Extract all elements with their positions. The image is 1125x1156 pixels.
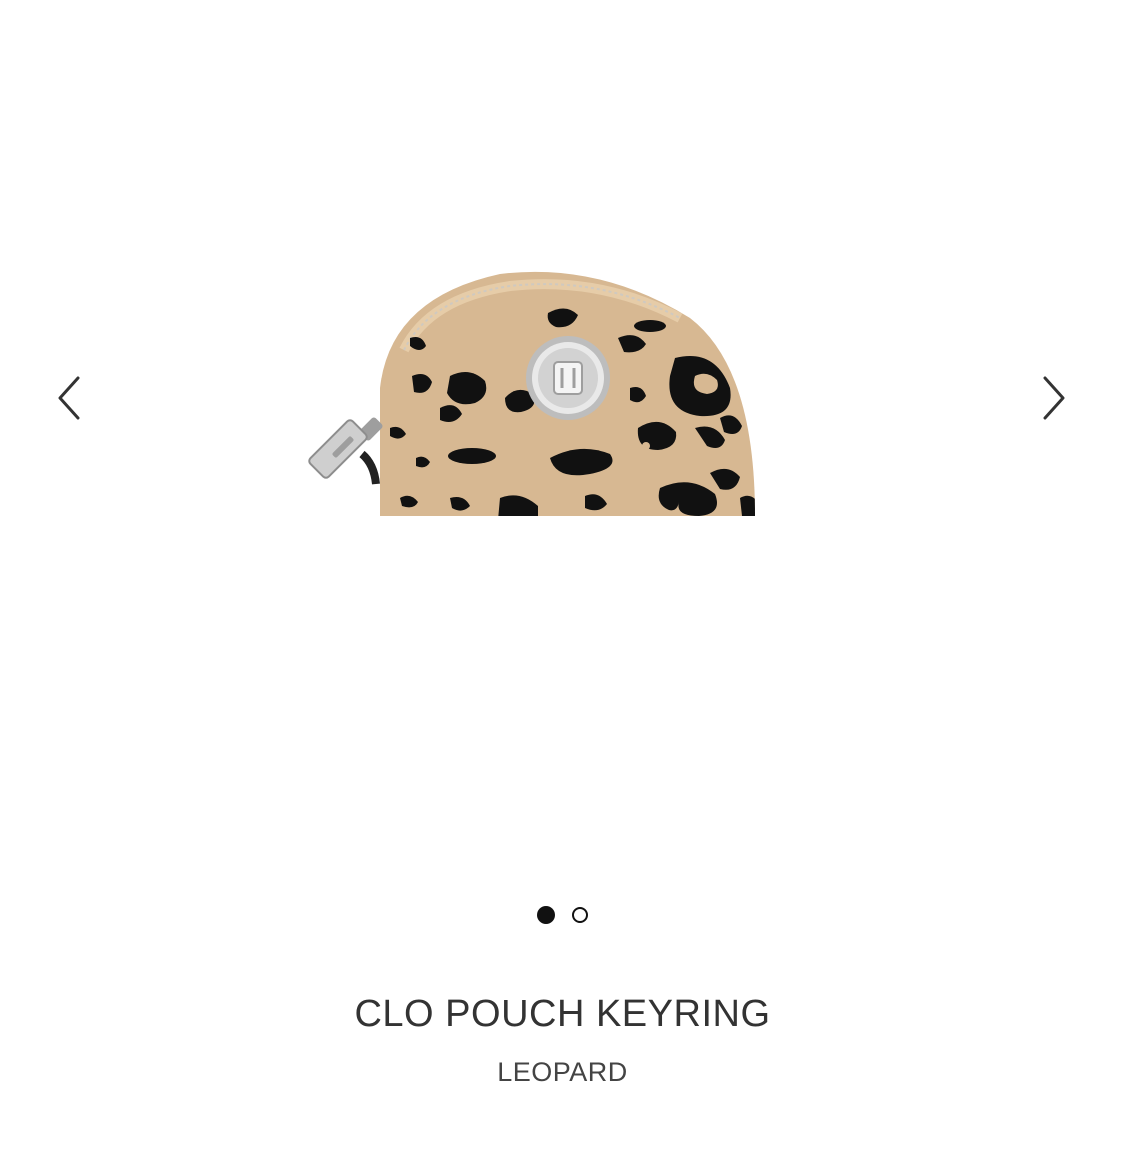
- carousel-dot-2[interactable]: [572, 907, 588, 923]
- logo-medallion: [526, 336, 610, 420]
- carousel-dot-1-active[interactable]: [537, 906, 555, 924]
- carousel-pagination: [0, 906, 1125, 924]
- product-variant: LEOPARD: [497, 1057, 628, 1087]
- previous-image-button[interactable]: [46, 372, 94, 424]
- product-image: [300, 258, 760, 528]
- next-image-button[interactable]: [1029, 372, 1077, 424]
- leopard-pouch-image: [308, 271, 755, 516]
- chevron-left-icon: [58, 376, 80, 420]
- chevron-right-icon: [1043, 376, 1065, 420]
- product-image-carousel: [0, 0, 1125, 880]
- product-title: CLO POUCH KEYRING: [354, 993, 771, 1035]
